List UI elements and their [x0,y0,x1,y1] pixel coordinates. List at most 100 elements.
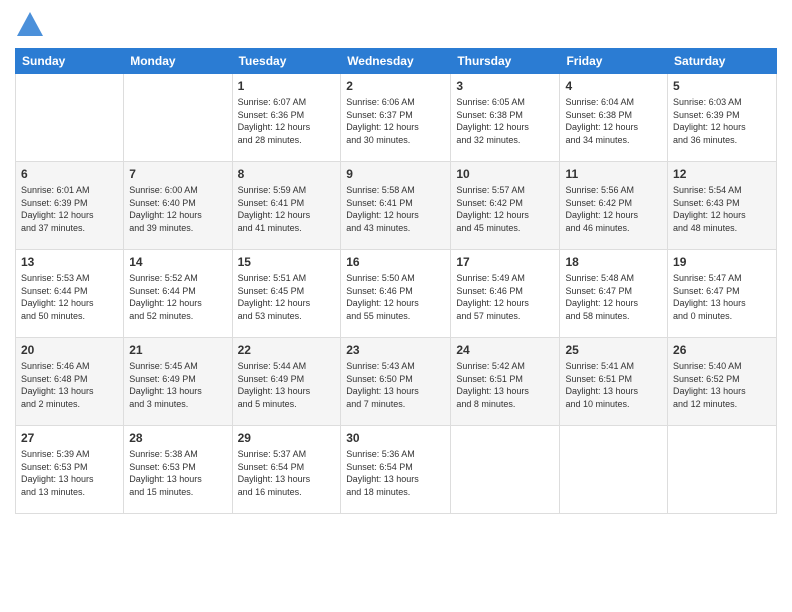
calendar-day-cell: 17 Sunrise: 5:49 AM Sunset: 6:46 PM Dayli… [451,250,560,338]
day-number: 18 [565,254,662,270]
day-number: 27 [21,430,118,446]
day-number: 8 [238,166,336,182]
page: Sunday Monday Tuesday Wednesday Thursday… [0,0,792,612]
day-number: 2 [346,78,445,94]
day-info: Sunrise: 5:56 AM Sunset: 6:42 PM Dayligh… [565,184,662,234]
calendar-day-cell [668,426,777,514]
calendar-day-cell: 5Sunrise: 6:03 AM Sunset: 6:39 PM Daylig… [668,74,777,162]
calendar-day-cell: 30 Sunrise: 5:36 AM Sunset: 6:54 PM Dayli… [341,426,451,514]
day-number: 20 [21,342,118,358]
calendar-day-cell: 24Sunrise: 5:42 AM Sunset: 6:51 PM Dayli… [451,338,560,426]
calendar-week-row: 20 Sunrise: 5:46 AM Sunset: 6:48 PM Dayli… [16,338,777,426]
calendar-day-cell: 6 Sunrise: 6:01 AM Sunset: 6:39 PM Daylig… [16,162,124,250]
day-info: Sunrise: 5:40 AM Sunset: 6:52 PM Dayligh… [673,360,771,410]
calendar-day-cell: 19 Sunrise: 5:47 AM Sunset: 6:47 PM Dayli… [668,250,777,338]
calendar-day-cell: 8 Sunrise: 5:59 AM Sunset: 6:41 PM Daylig… [232,162,341,250]
day-number: 17 [456,254,554,270]
calendar-day-cell: 1 Sunrise: 6:07 AM Sunset: 6:36 PM Daylig… [232,74,341,162]
calendar-body: 1 Sunrise: 6:07 AM Sunset: 6:36 PM Daylig… [16,74,777,514]
calendar-day-cell [560,426,668,514]
calendar-day-cell: 18 Sunrise: 5:48 AM Sunset: 6:47 PM Dayli… [560,250,668,338]
calendar-day-cell: 28 Sunrise: 5:38 AM Sunset: 6:53 PM Dayli… [124,426,232,514]
col-friday: Friday [560,49,668,74]
calendar-week-row: 1 Sunrise: 6:07 AM Sunset: 6:36 PM Daylig… [16,74,777,162]
day-info: Sunrise: 5:50 AM Sunset: 6:46 PM Dayligh… [346,272,445,322]
day-number: 19 [673,254,771,270]
day-info: Sunrise: 5:45 AM Sunset: 6:49 PM Dayligh… [129,360,226,410]
day-number: 7 [129,166,226,182]
calendar-table: Sunday Monday Tuesday Wednesday Thursday… [15,48,777,514]
day-number: 9 [346,166,445,182]
day-info: Sunrise: 5:37 AM Sunset: 6:54 PM Dayligh… [238,448,336,498]
calendar-day-cell: 25 Sunrise: 5:41 AM Sunset: 6:51 PM Dayli… [560,338,668,426]
logo [15,10,49,40]
day-info: Sunrise: 5:54 AM Sunset: 6:43 PM Dayligh… [673,184,771,234]
day-number: 6 [21,166,118,182]
calendar-day-cell: 15 Sunrise: 5:51 AM Sunset: 6:45 PM Dayli… [232,250,341,338]
col-thursday: Thursday [451,49,560,74]
day-number: 1 [238,78,336,94]
day-info: Sunrise: 5:58 AM Sunset: 6:41 PM Dayligh… [346,184,445,234]
calendar-week-row: 13Sunrise: 5:53 AM Sunset: 6:44 PM Dayli… [16,250,777,338]
calendar-day-cell: 3 Sunrise: 6:05 AM Sunset: 6:38 PM Daylig… [451,74,560,162]
day-info: Sunrise: 6:01 AM Sunset: 6:39 PM Dayligh… [21,184,118,234]
day-info: Sunrise: 5:48 AM Sunset: 6:47 PM Dayligh… [565,272,662,322]
day-info: Sunrise: 5:39 AM Sunset: 6:53 PM Dayligh… [21,448,118,498]
calendar-day-cell: 20 Sunrise: 5:46 AM Sunset: 6:48 PM Dayli… [16,338,124,426]
calendar-day-cell: 12 Sunrise: 5:54 AM Sunset: 6:43 PM Dayli… [668,162,777,250]
calendar-day-cell: 26 Sunrise: 5:40 AM Sunset: 6:52 PM Dayli… [668,338,777,426]
col-wednesday: Wednesday [341,49,451,74]
day-number: 13 [21,254,118,270]
calendar-day-cell [16,74,124,162]
calendar-day-cell: 23 Sunrise: 5:43 AM Sunset: 6:50 PM Dayli… [341,338,451,426]
col-sunday: Sunday [16,49,124,74]
calendar-day-cell: 13Sunrise: 5:53 AM Sunset: 6:44 PM Dayli… [16,250,124,338]
day-number: 3 [456,78,554,94]
calendar-day-cell: 7 Sunrise: 6:00 AM Sunset: 6:40 PM Daylig… [124,162,232,250]
day-number: 22 [238,342,336,358]
calendar-day-cell: 2 Sunrise: 6:06 AM Sunset: 6:37 PM Daylig… [341,74,451,162]
day-number: 28 [129,430,226,446]
calendar-day-cell: 22 Sunrise: 5:44 AM Sunset: 6:49 PM Dayli… [232,338,341,426]
day-info: Sunrise: 5:36 AM Sunset: 6:54 PM Dayligh… [346,448,445,498]
day-info: Sunrise: 5:38 AM Sunset: 6:53 PM Dayligh… [129,448,226,498]
header [15,10,777,40]
day-info: Sunrise: 5:52 AM Sunset: 6:44 PM Dayligh… [129,272,226,322]
day-number: 30 [346,430,445,446]
day-info: Sunrise: 6:03 AM Sunset: 6:39 PM Dayligh… [673,96,771,146]
day-number: 21 [129,342,226,358]
day-info: Sunrise: 6:05 AM Sunset: 6:38 PM Dayligh… [456,96,554,146]
calendar-day-cell: 21 Sunrise: 5:45 AM Sunset: 6:49 PM Dayli… [124,338,232,426]
col-tuesday: Tuesday [232,49,341,74]
header-row: Sunday Monday Tuesday Wednesday Thursday… [16,49,777,74]
day-info: Sunrise: 6:00 AM Sunset: 6:40 PM Dayligh… [129,184,226,234]
calendar-day-cell: 14 Sunrise: 5:52 AM Sunset: 6:44 PM Dayli… [124,250,232,338]
day-info: Sunrise: 5:51 AM Sunset: 6:45 PM Dayligh… [238,272,336,322]
day-number: 15 [238,254,336,270]
day-info: Sunrise: 6:04 AM Sunset: 6:38 PM Dayligh… [565,96,662,146]
day-info: Sunrise: 5:44 AM Sunset: 6:49 PM Dayligh… [238,360,336,410]
calendar-week-row: 27 Sunrise: 5:39 AM Sunset: 6:53 PM Dayli… [16,426,777,514]
day-info: Sunrise: 5:42 AM Sunset: 6:51 PM Dayligh… [456,360,554,410]
day-number: 23 [346,342,445,358]
day-number: 26 [673,342,771,358]
day-number: 14 [129,254,226,270]
day-info: Sunrise: 5:41 AM Sunset: 6:51 PM Dayligh… [565,360,662,410]
day-info: Sunrise: 5:43 AM Sunset: 6:50 PM Dayligh… [346,360,445,410]
day-info: Sunrise: 5:47 AM Sunset: 6:47 PM Dayligh… [673,272,771,322]
day-number: 29 [238,430,336,446]
calendar-day-cell: 10Sunrise: 5:57 AM Sunset: 6:42 PM Dayli… [451,162,560,250]
day-number: 4 [565,78,662,94]
day-number: 12 [673,166,771,182]
day-info: Sunrise: 5:59 AM Sunset: 6:41 PM Dayligh… [238,184,336,234]
day-info: Sunrise: 6:07 AM Sunset: 6:36 PM Dayligh… [238,96,336,146]
calendar-day-cell: 16Sunrise: 5:50 AM Sunset: 6:46 PM Dayli… [341,250,451,338]
calendar-day-cell: 4 Sunrise: 6:04 AM Sunset: 6:38 PM Daylig… [560,74,668,162]
day-info: Sunrise: 5:57 AM Sunset: 6:42 PM Dayligh… [456,184,554,234]
day-number: 25 [565,342,662,358]
day-number: 11 [565,166,662,182]
col-monday: Monday [124,49,232,74]
day-info: Sunrise: 6:06 AM Sunset: 6:37 PM Dayligh… [346,96,445,146]
day-info: Sunrise: 5:49 AM Sunset: 6:46 PM Dayligh… [456,272,554,322]
day-info: Sunrise: 5:46 AM Sunset: 6:48 PM Dayligh… [21,360,118,410]
